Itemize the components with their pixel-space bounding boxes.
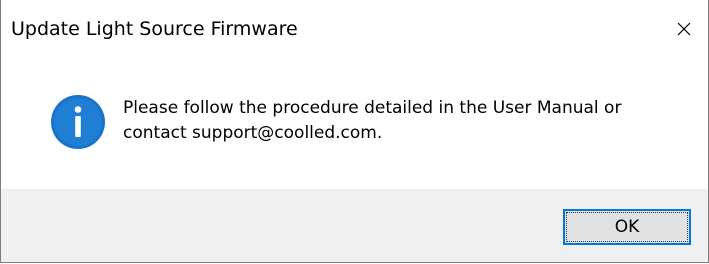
message-line-1: Please follow the procedure detailed in …	[123, 98, 622, 118]
info-icon	[51, 95, 105, 149]
message-dialog: Update Light Source Firmware Please foll…	[0, 0, 709, 263]
dialog-footer: OK	[1, 189, 708, 262]
dialog-content: Please follow the procedure detailed in …	[1, 60, 708, 189]
close-icon	[677, 22, 691, 36]
dialog-message: Please follow the procedure detailed in …	[123, 96, 683, 146]
title-bar[interactable]: Update Light Source Firmware	[1, 0, 708, 60]
ok-button[interactable]: OK	[563, 209, 691, 245]
close-button[interactable]	[660, 0, 708, 58]
message-line-2: contact support@coolled.com.	[123, 123, 383, 143]
dialog-title: Update Light Source Firmware	[11, 18, 298, 40]
